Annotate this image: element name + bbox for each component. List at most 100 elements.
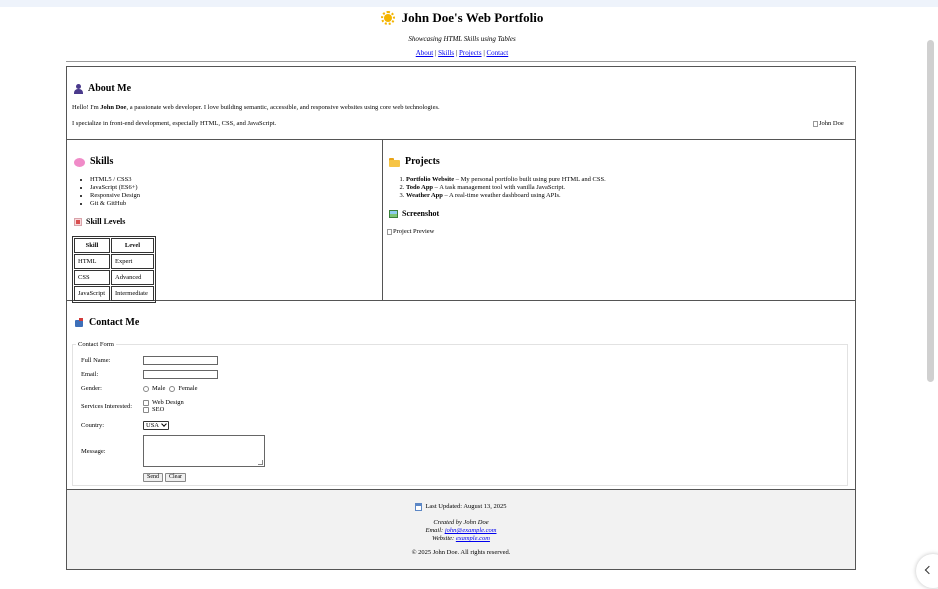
gender-male-radio[interactable] (143, 385, 149, 392)
last-updated: Last Updated: August 13, 2025 (67, 503, 855, 511)
browser-top-strip (0, 0, 938, 7)
contact-heading-text: Contact Me (89, 317, 140, 328)
table-cell: HTML (74, 254, 110, 269)
clear-button[interactable]: Clear (165, 473, 186, 482)
footer-email-line: Email: john@example.com (67, 527, 855, 535)
contact-section: Contact Me Contact Form Full Name: Email… (67, 301, 855, 490)
list-item: Responsive Design (90, 192, 140, 200)
about-intro-rest: , a passionate web developer. I love bui… (126, 104, 440, 111)
calendar-icon (415, 503, 423, 511)
email-label: Email: (81, 371, 99, 378)
web-design-label: Web Design (152, 399, 184, 406)
web-design-checkbox[interactable] (143, 399, 149, 406)
header-divider (66, 61, 856, 62)
about-section: About Me Hello! I'm John Doe, a passiona… (67, 67, 855, 140)
nav-separator: | (434, 49, 437, 57)
table-row: CSS Advanced (74, 270, 154, 285)
side-panel-toggle-button[interactable] (916, 554, 938, 588)
footer-created-by: Created by John Doe (433, 519, 489, 526)
mailbox-icon (74, 318, 84, 328)
table-cell: CSS (74, 270, 110, 285)
nav-link-about[interactable]: About (416, 49, 434, 57)
project-preview-alt: Project Preview (393, 228, 435, 235)
full-name-label: Full Name: (81, 357, 111, 364)
table-cell: Intermediate (111, 286, 154, 301)
chevron-left-icon (924, 565, 934, 575)
project-desc: – My personal portfolio built using pure… (454, 176, 606, 183)
table-row: JavaScript Intermediate (74, 286, 154, 301)
form-row-name: Full Name: (81, 356, 218, 365)
list-item: JavaScript (ES6+) (90, 184, 140, 192)
layout-table: About Me Hello! I'm John Doe, a passiona… (66, 66, 856, 570)
nav-separator: | (483, 49, 485, 57)
sun-icon (380, 11, 395, 25)
country-label: Country: (81, 422, 105, 429)
form-row-message: Message: (81, 435, 265, 467)
list-item: Portfolio Website – My personal portfoli… (406, 176, 606, 184)
project-name: Weather App (406, 192, 443, 199)
services-label: Services Interested: (81, 402, 133, 410)
page-title-text: John Doe's Web Portfolio (401, 10, 544, 25)
seo-label: SEO (152, 406, 165, 413)
form-row-country: Country: USA (81, 421, 170, 430)
chart-icon (74, 218, 82, 226)
profile-image-alt: John Doe (819, 120, 844, 127)
broken-image-icon (813, 121, 818, 127)
seo-checkbox[interactable] (143, 406, 149, 413)
footer-contact-block: Created by John Doe Email: john@example.… (67, 519, 855, 543)
gender-label: Gender: (81, 385, 102, 392)
about-paragraph-2: I specialize in front-end development, e… (72, 120, 277, 127)
nav-link-projects[interactable]: Projects (459, 49, 482, 57)
brain-icon (74, 157, 85, 167)
contact-form: Contact Form Full Name: Email: Gender: M… (72, 341, 848, 486)
email-input[interactable] (143, 370, 218, 379)
project-name: Todo App (406, 184, 434, 191)
screenshot-heading: Screenshot (389, 209, 439, 219)
message-label: Message: (81, 447, 106, 455)
skill-levels-table: Skill Level HTML Expert CSS Advanced Jav… (72, 236, 156, 303)
form-buttons: Send Clear (143, 473, 188, 482)
skill-levels-heading-text: Skill Levels (86, 217, 126, 226)
about-name: John Doe (100, 104, 127, 111)
skills-section: Skills HTML5 / CSS3 JavaScript (ES6+) Re… (67, 140, 383, 303)
contact-form-legend: Contact Form (78, 341, 114, 348)
page-footer: Last Updated: August 13, 2025 Created by… (67, 490, 855, 569)
footer-email-link[interactable]: john@example.com (445, 527, 497, 534)
table-cell: JavaScript (74, 286, 110, 301)
country-selected-value: USA (146, 422, 160, 429)
list-item: HTML5 / CSS3 (90, 176, 140, 184)
footer-website-link[interactable]: example.com (456, 535, 490, 542)
country-select[interactable]: USA (143, 421, 170, 430)
message-textarea[interactable] (143, 435, 265, 467)
about-paragraph-1: Hello! I'm John Doe, a passionate web de… (72, 104, 440, 112)
list-item: Git & GitHub (90, 200, 140, 208)
picture-icon (389, 210, 398, 218)
list-item: Weather App – A real-time weather dashbo… (406, 192, 606, 200)
about-heading-text: About Me (88, 83, 132, 94)
footer-website-label: Website: (432, 535, 456, 542)
screenshot-heading-text: Screenshot (402, 209, 440, 218)
resize-grip-icon[interactable] (258, 460, 263, 465)
about-heading: About Me (74, 83, 131, 95)
form-row-gender: Gender: Male Female (81, 385, 198, 392)
projects-list: Portfolio Website – My personal portfoli… (389, 176, 606, 200)
nav-link-contact[interactable]: Contact (486, 49, 508, 57)
form-row-services: Services Interested: Web Design SEO (81, 399, 184, 413)
last-updated-text: Last Updated: August 13, 2025 (425, 503, 507, 510)
send-button[interactable]: Send (143, 473, 163, 482)
chevron-down-icon (161, 421, 167, 427)
gender-female-radio[interactable] (169, 385, 176, 392)
projects-heading: Projects (389, 156, 440, 168)
table-cell: Advanced (111, 270, 154, 285)
footer-copyright: © 2025 John Doe. All rights reserved. (411, 549, 511, 556)
contact-heading: Contact Me (74, 317, 139, 329)
table-header-row: Skill Level (74, 238, 154, 253)
folder-icon (389, 157, 400, 167)
gender-male-label: Male (152, 385, 166, 392)
full-name-input[interactable] (143, 356, 218, 365)
page-title: John Doe's Web Portfolio (0, 9, 924, 27)
projects-heading-text: Projects (405, 156, 440, 167)
nav-link-skills[interactable]: Skills (438, 49, 454, 57)
vertical-scrollbar[interactable] (927, 40, 934, 382)
skills-heading: Skills (74, 156, 113, 168)
